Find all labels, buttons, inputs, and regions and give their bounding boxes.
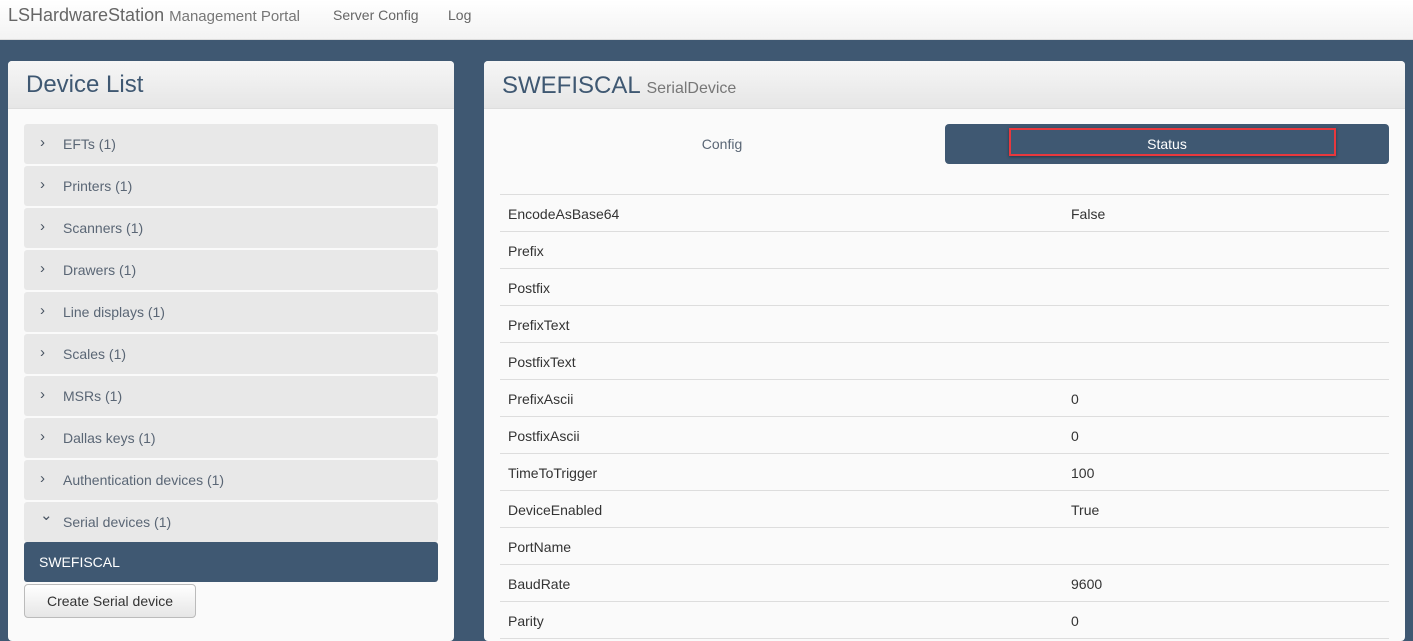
table-row: Prefix bbox=[500, 232, 1389, 269]
highlight-box bbox=[1009, 128, 1336, 156]
panel-header: SWEFISCAL SerialDevice bbox=[484, 61, 1405, 109]
table-row: BaudRate 9600 bbox=[500, 565, 1389, 602]
table-row: PortName bbox=[500, 528, 1389, 565]
property-value: 9600 bbox=[1071, 576, 1103, 592]
property-name: PrefixAscii bbox=[508, 391, 574, 407]
property-name: PostfixText bbox=[508, 354, 576, 370]
device-title: SWEFISCAL bbox=[502, 72, 640, 99]
chevron-right-icon: › bbox=[40, 302, 45, 319]
brand-subtitle: Management Portal bbox=[169, 8, 301, 25]
property-name: EncodeAsBase64 bbox=[508, 206, 620, 222]
device-item-swefiscal[interactable]: SWEFISCAL bbox=[24, 542, 438, 582]
property-value: 0 bbox=[1071, 428, 1079, 444]
property-value: True bbox=[1071, 502, 1100, 518]
properties-table: EncodeAsBase64 False Prefix Postfix PrefixTe… bbox=[500, 194, 1389, 639]
chevron-right-icon: › bbox=[40, 218, 45, 235]
device-group-label: Dallas keys (1) bbox=[63, 430, 156, 446]
device-group-label: EFTs (1) bbox=[63, 136, 116, 152]
nav-server-config[interactable]: Server Config bbox=[333, 7, 419, 23]
device-type: SerialDevice bbox=[646, 80, 737, 97]
top-navbar: LSHardwareStation Management Portal Serv… bbox=[0, 0, 1413, 40]
device-group[interactable]: › Scanners (1) bbox=[24, 208, 438, 248]
device-group-label: Scanners (1) bbox=[63, 220, 144, 236]
brand-name: LSHardwareStation bbox=[8, 5, 165, 25]
tab-config[interactable]: Config bbox=[500, 124, 944, 164]
chevron-right-icon: › bbox=[40, 260, 45, 277]
device-group[interactable]: › Line displays (1) bbox=[24, 292, 438, 332]
property-name: Parity bbox=[508, 613, 544, 629]
device-group-label: Authentication devices (1) bbox=[63, 472, 225, 488]
chevron-right-icon: › bbox=[40, 176, 45, 193]
property-name: Prefix bbox=[508, 243, 544, 259]
property-name: BaudRate bbox=[508, 576, 571, 592]
chevron-right-icon: › bbox=[40, 344, 45, 361]
chevron-right-icon: › bbox=[40, 386, 45, 403]
property-value: 100 bbox=[1071, 465, 1095, 481]
table-row: PostfixAscii 0 bbox=[500, 417, 1389, 454]
device-group-label: Line displays (1) bbox=[63, 304, 165, 320]
table-row: Postfix bbox=[500, 269, 1389, 306]
property-name: DeviceEnabled bbox=[508, 502, 603, 518]
device-group[interactable]: › MSRs (1) bbox=[24, 376, 438, 416]
table-row: DeviceEnabled True bbox=[500, 491, 1389, 528]
brand[interactable]: LSHardwareStation Management Portal bbox=[8, 5, 300, 26]
panel-title: Device List bbox=[26, 71, 144, 98]
table-row: PrefixText bbox=[500, 306, 1389, 343]
device-group[interactable]: › EFTs (1) bbox=[24, 124, 438, 164]
create-serial-device-button[interactable]: Create Serial device bbox=[24, 584, 196, 618]
property-name: PostfixAscii bbox=[508, 428, 580, 444]
property-name: PrefixText bbox=[508, 317, 570, 333]
device-group-label: Drawers (1) bbox=[63, 262, 137, 278]
table-row: PostfixText bbox=[500, 343, 1389, 380]
device-list-panel: Device List › EFTs (1) › Printers (1) › Scann… bbox=[8, 61, 454, 641]
tab-status[interactable]: Status bbox=[945, 124, 1389, 164]
device-group-label: Scales (1) bbox=[63, 346, 127, 362]
device-group[interactable]: › Authentication devices (1) bbox=[24, 460, 438, 500]
nav-log[interactable]: Log bbox=[448, 7, 471, 23]
device-group[interactable]: › Dallas keys (1) bbox=[24, 418, 438, 458]
table-row: EncodeAsBase64 False bbox=[500, 195, 1389, 232]
property-name: TimeToTrigger bbox=[508, 465, 598, 481]
chevron-right-icon: › bbox=[40, 428, 45, 445]
device-group[interactable]: ⌄ Serial devices (1) bbox=[24, 502, 438, 542]
table-row: Parity 0 bbox=[500, 602, 1389, 639]
device-group[interactable]: › Drawers (1) bbox=[24, 250, 438, 290]
property-value: 0 bbox=[1071, 391, 1079, 407]
table-row: TimeToTrigger 100 bbox=[500, 454, 1389, 491]
property-value: False bbox=[1071, 206, 1106, 222]
chevron-down-icon: ⌄ bbox=[40, 507, 53, 524]
device-group[interactable]: › Printers (1) bbox=[24, 166, 438, 206]
chevron-right-icon: › bbox=[40, 470, 45, 487]
device-detail-panel: SWEFISCAL SerialDevice Config Status Enc… bbox=[484, 61, 1405, 641]
property-name: Postfix bbox=[508, 280, 551, 296]
device-group-label: MSRs (1) bbox=[63, 388, 123, 404]
chevron-right-icon: › bbox=[40, 134, 45, 151]
table-row: PrefixAscii 0 bbox=[500, 380, 1389, 417]
device-group-label: Printers (1) bbox=[63, 178, 133, 194]
device-group[interactable]: › Scales (1) bbox=[24, 334, 438, 374]
property-value: 0 bbox=[1071, 613, 1079, 629]
panel-header: Device List bbox=[8, 61, 454, 109]
device-group-label: Serial devices (1) bbox=[63, 514, 172, 530]
property-name: PortName bbox=[508, 539, 572, 555]
